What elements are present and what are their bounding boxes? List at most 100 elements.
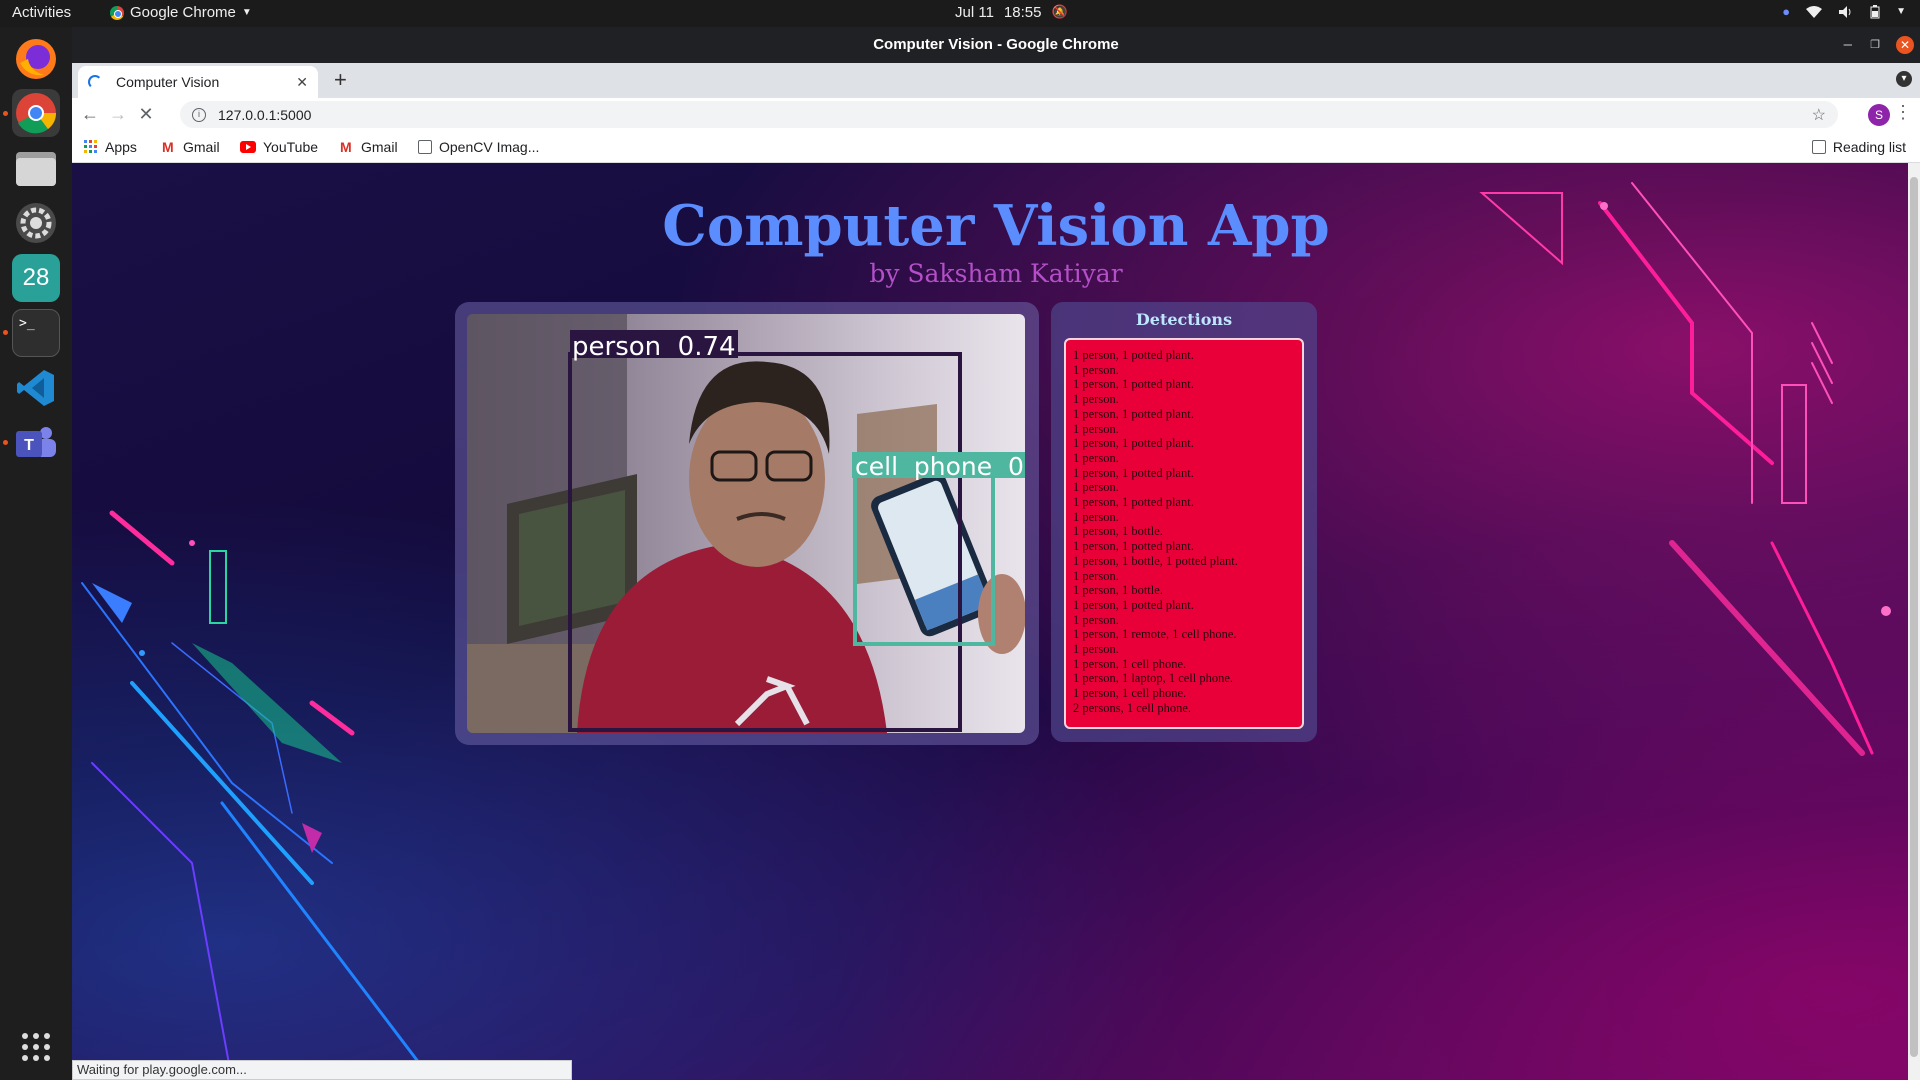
status-bubble: Waiting for play.google.com...: [72, 1060, 572, 1080]
bookmark-star-icon[interactable]: ☆: [1812, 105, 1826, 125]
bookmark-opencv[interactable]: OpenCV Imag...: [418, 139, 539, 155]
page-viewport: Computer Vision App by Saksham Katiyar p…: [72, 163, 1920, 1080]
tab-strip: Computer Vision ✕ + ▾: [72, 63, 1920, 98]
detection-entry: 2 persons, 1 cell phone.: [1073, 700, 1192, 715]
detection-entry: 1 person, 1 potted plant.: [1073, 465, 1194, 480]
detection-entry: 1 person, 1 potted plant.: [1073, 348, 1194, 362]
page-scrollbar[interactable]: [1908, 163, 1920, 1080]
close-window-button[interactable]: ✕: [1896, 27, 1914, 63]
calendar-icon[interactable]: 28: [12, 254, 60, 302]
detection-entry: 1 person, 1 cell phone.: [1073, 656, 1187, 671]
running-indicator: [3, 330, 8, 335]
chevron-down-icon: ▼: [1896, 6, 1906, 17]
app-menu-label: Google Chrome: [130, 4, 236, 21]
chevron-down-icon: ▼: [241, 7, 252, 18]
reading-list-icon: [1811, 140, 1826, 154]
profile-avatar[interactable]: S: [1868, 104, 1890, 126]
bookmark-gmail-2[interactable]: M Gmail: [340, 139, 398, 155]
youtube-icon: [240, 141, 256, 153]
clock-date: Jul 11: [955, 4, 994, 21]
detection-entry: 1 person.: [1073, 362, 1119, 377]
system-tray[interactable]: ● ▼: [1782, 4, 1906, 19]
address-bar[interactable]: i 127.0.0.1:5000 ☆: [180, 101, 1838, 128]
tab-computer-vision[interactable]: Computer Vision ✕: [78, 66, 318, 98]
close-icon: ✕: [1896, 36, 1914, 54]
detection-entry: 1 person, 1 cell phone.: [1073, 686, 1187, 701]
page-subtitle: by Saksham Katiyar: [869, 259, 1123, 288]
site-info-icon[interactable]: i: [192, 107, 206, 122]
reading-list-button[interactable]: Reading list: [1811, 139, 1906, 155]
detection-entry: 1 person, 1 potted plant.: [1073, 495, 1194, 510]
chrome-menu-icon[interactable]: ⋮: [1894, 102, 1912, 123]
detection-entry: 1 person, 1 remote, 1 cell phone.: [1073, 627, 1237, 642]
detection-entry: 1 person, 1 potted plant.: [1073, 436, 1194, 451]
minimize-icon[interactable]: –: [1844, 27, 1852, 63]
notifications-muted-icon: 🔕: [1051, 4, 1068, 19]
show-apps-icon[interactable]: [12, 1023, 60, 1071]
detections-list: 1 person, 1 potted plant. 1 person. 1 pers…: [1073, 348, 1302, 716]
running-indicator: [3, 440, 8, 445]
stop-loading-icon[interactable]: ✕: [132, 104, 160, 125]
bookmark-gmail[interactable]: M Gmail: [162, 139, 220, 155]
detection-entry: 1 person.: [1073, 642, 1119, 657]
clock[interactable]: Jul 11 18:55 🔕: [955, 4, 1068, 21]
window-titlebar[interactable]: Computer Vision - Google Chrome – ❐ ✕: [72, 27, 1920, 63]
bookmark-youtube[interactable]: YouTube: [240, 139, 318, 155]
detection-entry: 1 person.: [1073, 392, 1119, 407]
video-feed-card: person 0.74 cell phone 0: [455, 302, 1039, 745]
gmail-icon: M: [340, 139, 352, 155]
detections-card: Detections 1 person, 1 potted plant. 1 pe…: [1051, 302, 1317, 742]
detection-entry: 1 person.: [1073, 509, 1119, 524]
detection-entry: 1 person.: [1073, 612, 1119, 627]
detection-entry: 1 person, 1 laptop, 1 cell phone.: [1073, 671, 1234, 686]
page-icon: [418, 140, 432, 154]
terminal-icon[interactable]: >_: [12, 309, 60, 357]
dock: 28 >_ T: [0, 27, 72, 1080]
gnome-top-bar: Activities Google Chrome ▼ Jul 11 18:55 …: [0, 0, 1920, 27]
new-tab-button[interactable]: +: [334, 67, 347, 93]
bookmark-apps[interactable]: Apps: [84, 139, 137, 155]
phone-label: cell phone 0: [855, 452, 1024, 481]
app-menu[interactable]: Google Chrome ▼: [110, 4, 252, 21]
settings-icon[interactable]: [12, 199, 60, 247]
teams-icon[interactable]: T: [12, 419, 60, 467]
battery-icon: [1870, 4, 1880, 18]
detection-entry: 1 person.: [1073, 568, 1119, 583]
browser-toolbar: ← → ✕ i 127.0.0.1:5000 ☆ S ⋮: [72, 98, 1920, 131]
video-feed: person 0.74 cell phone 0: [467, 314, 1025, 733]
detection-entry: 1 person, 1 bottle.: [1073, 583, 1163, 598]
wifi-icon: [1806, 5, 1823, 18]
gmail-icon: M: [162, 139, 174, 155]
webcam-frame: person 0.74 cell phone 0: [467, 314, 1025, 733]
vscode-icon[interactable]: [12, 364, 60, 412]
accessibility-icon: ●: [1782, 4, 1791, 19]
files-icon[interactable]: [12, 144, 60, 192]
loading-spinner-icon: [88, 75, 102, 89]
detection-entry: 1 person.: [1073, 480, 1119, 495]
volume-icon: [1839, 5, 1851, 18]
detection-entry: 1 person, 1 potted plant.: [1073, 406, 1194, 421]
bookmarks-bar: Apps M Gmail YouTube M Gmail OpenCV Imag…: [72, 131, 1920, 163]
forward-arrow-icon[interactable]: →: [104, 104, 132, 125]
tab-search-icon[interactable]: ▾: [1896, 71, 1912, 87]
chrome-window: Computer Vision - Google Chrome – ❐ ✕ Co…: [72, 27, 1920, 1080]
person-label: person 0.74: [572, 332, 736, 362]
chrome-dock-icon[interactable]: [12, 89, 60, 137]
back-arrow-icon[interactable]: ←: [76, 104, 104, 125]
activities-button[interactable]: Activities: [12, 4, 71, 21]
detection-entry: 1 person.: [1073, 421, 1119, 436]
apps-grid-icon: [84, 140, 97, 153]
url-text: 127.0.0.1:5000: [218, 106, 312, 123]
detection-entry: 1 person.: [1073, 450, 1119, 465]
detection-entry: 1 person, 1 potted plant.: [1073, 377, 1194, 392]
restore-icon[interactable]: ❐: [1870, 27, 1880, 63]
svg-text:T: T: [24, 437, 34, 454]
running-indicator: [3, 111, 8, 116]
detection-entry: 1 person, 1 potted plant.: [1073, 597, 1194, 612]
tab-title: Computer Vision: [116, 74, 220, 90]
tab-close-icon[interactable]: ✕: [296, 74, 308, 91]
detections-log[interactable]: 1 person, 1 potted plant. 1 person. 1 pers…: [1064, 338, 1304, 729]
detection-entry: 1 person, 1 potted plant.: [1073, 539, 1194, 554]
firefox-icon[interactable]: [12, 35, 60, 83]
detection-entry: 1 person, 1 bottle.: [1073, 524, 1163, 539]
